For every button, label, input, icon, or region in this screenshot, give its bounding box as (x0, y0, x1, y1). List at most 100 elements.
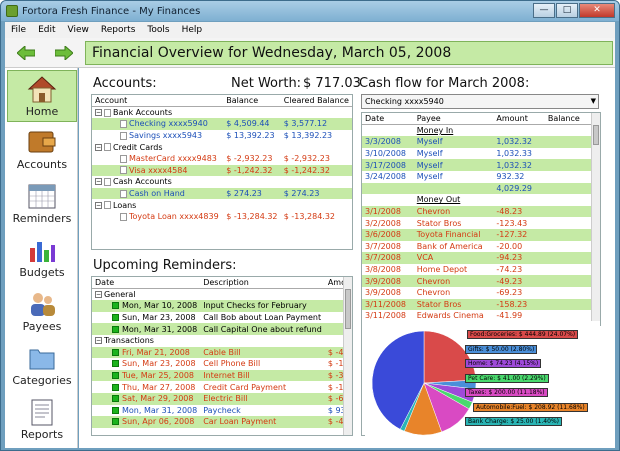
table-row[interactable]: 3/10/2008 Myself 1,032.33 (362, 148, 600, 160)
table-row[interactable]: Fri, Mar 21, 2008Cable Bill$ -42.32 (92, 346, 352, 359)
tree-toggle-icon[interactable]: − (95, 337, 102, 345)
cashflow-scrollbar[interactable] (591, 113, 600, 321)
reminder-description: Electric Bill (200, 392, 325, 405)
account-name: Toyota Loan xxxx4839 (129, 212, 219, 222)
table-row[interactable]: Sun, Mar 23, 2008 Call Bob about Loan Pay… (92, 312, 352, 324)
table-row[interactable]: Cash on Hand $ 274.23 $ 274.23 (92, 187, 352, 200)
reminder-description: Credit Card Payment (203, 382, 287, 392)
close-button[interactable]: ✕ (579, 3, 615, 18)
cashflow-section: Money In (416, 126, 454, 136)
table-row[interactable]: Toyota Loan xxxx4839 $ -13,284.32 $ -13,28… (92, 211, 352, 223)
table-row[interactable]: − Credit Cards (92, 141, 352, 153)
table-row[interactable]: 3/7/2008 VCA -94.23 (362, 252, 600, 264)
table-row[interactable]: 3/11/2008 Stator Bros -158.23 (362, 298, 600, 311)
sidebar-item-categories[interactable]: Categories (7, 340, 77, 392)
group-icon (104, 143, 111, 152)
table-row[interactable]: Sun, Apr 06, 2008Car Loan Payment$ -432.… (92, 416, 352, 428)
cashflow-amount: -69.23 (496, 288, 523, 298)
title-bar[interactable]: Fortora Fresh Finance - My Finances — □ … (1, 1, 619, 21)
table-row[interactable]: − Transactions (92, 335, 352, 347)
table-row[interactable]: − Bank Accounts (92, 107, 352, 119)
wallet-icon (28, 131, 56, 153)
tree-toggle-icon[interactable]: − (95, 201, 102, 209)
table-row[interactable]: 3/2/2008 Stator Bros -123.43 (362, 217, 600, 229)
table-row[interactable]: Sat, Mar 29, 2008Electric Bill$ -64.23 (92, 392, 352, 405)
forward-arrow-icon[interactable] (55, 46, 73, 60)
reminder-date: Mon, Mar 31, 2008 (122, 405, 198, 415)
account-group-name: Loans (113, 200, 137, 210)
table-row[interactable]: Money In (362, 125, 600, 137)
table-row[interactable]: 3/11/2008 Edwards Cinema -41.99 (362, 310, 600, 322)
col-cf-payee[interactable]: Payee (413, 113, 494, 126)
table-row[interactable]: 3/17/2008 Myself 1,032.32 (362, 159, 600, 171)
table-row[interactable]: − Loans (92, 199, 352, 211)
back-arrow-icon[interactable] (17, 46, 35, 60)
table-row[interactable]: − Cash Accounts (92, 176, 352, 188)
table-row[interactable]: Money Out (362, 194, 600, 206)
table-row[interactable]: 3/8/2008 Home Depot -74.23 (362, 264, 600, 276)
col-account[interactable]: Account (92, 95, 224, 108)
minimize-button[interactable]: — (533, 3, 555, 18)
table-row[interactable]: 3/9/2008 Chevron -69.23 (362, 287, 600, 299)
table-row[interactable]: 3/1/2008 Chevron -48.23 (362, 205, 600, 218)
table-row[interactable]: 3/7/2008 Bank of America -20.00 (362, 241, 600, 253)
account-balance: $ 274.23 (223, 187, 281, 200)
col-description[interactable]: Description (200, 277, 325, 290)
table-row[interactable]: Thu, Mar 27, 2008Credit Card Payment$ -1… (92, 381, 352, 393)
table-row[interactable]: Savings xxxx5943 $ 13,392.23 $ 13,392.23 (92, 130, 352, 142)
sidebar-item-reminders[interactable]: Reminders (7, 178, 77, 230)
account-select[interactable]: Checking xxxx5940 ▼ (361, 94, 599, 109)
sidebar-item-budgets[interactable]: Budgets (7, 232, 77, 284)
tree-toggle-icon[interactable]: − (95, 178, 102, 186)
pie-label: Gifts: $ 50.00 (2.80%) (465, 344, 538, 354)
cashflow-date: 3/8/2008 (365, 265, 401, 275)
table-row[interactable]: Mon, Mar 31, 2008Paycheck$ 932.32 (92, 405, 352, 417)
sidebar-item-accounts[interactable]: Accounts (7, 124, 77, 176)
tree-toggle-icon[interactable]: − (95, 109, 102, 117)
cashflow-payee: Home Depot (416, 265, 468, 275)
col-cf-amount[interactable]: Amount (493, 113, 545, 126)
reminders-scrollbar[interactable] (343, 277, 352, 435)
sidebar-item-reports[interactable]: Reports (7, 394, 77, 446)
cashflow-date: 3/17/2008 (362, 159, 414, 171)
sidebar-label-categories: Categories (12, 374, 72, 387)
tree-toggle-icon[interactable]: − (95, 291, 102, 299)
account-icon (120, 189, 127, 198)
table-row[interactable]: MasterCard xxxx9483 $ -2,932.23 $ -2,932.2… (92, 153, 352, 165)
cashflow-amount: -94.23 (493, 252, 545, 264)
col-cf-date[interactable]: Date (362, 113, 414, 126)
col-date[interactable]: Date (92, 277, 201, 290)
table-row[interactable]: Sun, Mar 23, 2008Cell Phone Bill$ -104.2… (92, 358, 352, 370)
table-row[interactable]: 3/6/2008 Toyota Financial -127.32 (362, 228, 600, 241)
menu-view[interactable]: View (68, 25, 89, 35)
cashflow-payee: Edwards Cinema (416, 311, 484, 321)
group-icon (104, 177, 111, 186)
table-row[interactable]: Tue, Mar 25, 2008Internet Bill$ -32.12 (92, 369, 352, 382)
menu-file[interactable]: File (11, 25, 26, 35)
table-row[interactable]: 3/9/2008 Chevron -49.23 (362, 275, 600, 287)
table-row[interactable]: 3/3/2008 Myself 1,032.32 (362, 136, 600, 148)
folder-icon (29, 349, 55, 370)
menu-edit[interactable]: Edit (38, 25, 55, 35)
table-row[interactable]: 4,029.29 (362, 182, 600, 195)
pie-label: Food:Groceries: $ 444.89 (24.07%) (467, 330, 579, 339)
table-row[interactable]: Checking xxxx5940 $ 4,509.44 $ 3,577.12 (92, 118, 352, 130)
menu-tools[interactable]: Tools (147, 25, 169, 35)
account-select-value: Checking xxxx5940 (365, 97, 444, 106)
col-cleared[interactable]: Cleared Balance (280, 95, 352, 108)
cashflow-date: 3/6/2008 (362, 228, 414, 241)
col-balance[interactable]: Balance (223, 95, 281, 108)
sidebar-item-home[interactable]: Home (7, 70, 77, 122)
menu-reports[interactable]: Reports (101, 25, 136, 35)
table-row[interactable]: Mon, Mar 31, 2008 Call Capital One about … (92, 323, 352, 335)
table-row[interactable]: Mon, Mar 10, 2008 Input Checks for Februa… (92, 300, 352, 312)
table-row[interactable]: Visa xxxx4584 $ -1,242.32 $ -1,242.32 (92, 164, 352, 177)
sidebar-item-payees[interactable]: Payees (7, 286, 77, 338)
tree-toggle-icon[interactable]: − (95, 143, 102, 151)
cashflow-payee: Myself (416, 149, 443, 159)
table-row[interactable]: 3/24/2008 Myself 932.32 (362, 171, 600, 183)
menu-help[interactable]: Help (182, 25, 203, 35)
cashflow-date: 3/9/2008 (365, 288, 401, 298)
maximize-button[interactable]: □ (556, 3, 578, 18)
table-row[interactable]: − General (92, 289, 352, 301)
